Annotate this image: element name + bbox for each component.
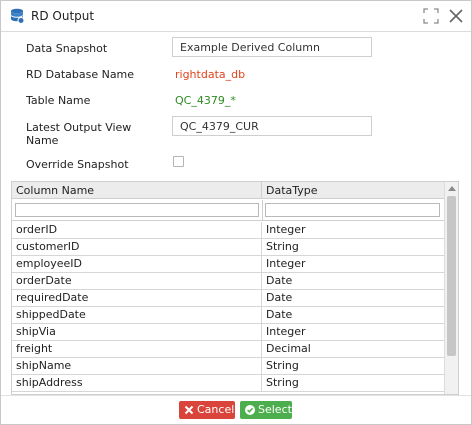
title-bar: RD Output — [1, 1, 471, 32]
column-header-datatype[interactable]: DataType — [262, 182, 444, 199]
latest-output-view-label: Latest Output View Name — [26, 121, 131, 147]
grid-scrollbar[interactable] — [444, 182, 458, 394]
grid-rows: orderID Integer customerID String employee… — [12, 222, 444, 392]
table-row[interactable]: shipVia Integer — [12, 324, 444, 341]
column-name-filter-input[interactable] — [15, 203, 259, 217]
datatype-cell: Integer — [266, 325, 306, 338]
scroll-thumb[interactable] — [447, 196, 456, 356]
table-row[interactable]: freight Decimal — [12, 341, 444, 358]
datatype-cell: String — [266, 376, 299, 389]
scroll-up-arrow-icon[interactable] — [448, 186, 456, 191]
filter-row — [12, 200, 444, 221]
table-row[interactable]: employeeID Integer — [12, 256, 444, 273]
column-header-name[interactable]: Column Name — [12, 182, 262, 199]
latest-output-view-label-line2: Name — [26, 134, 59, 147]
override-snapshot-checkbox[interactable] — [173, 156, 184, 167]
table-row[interactable]: orderID Integer — [12, 222, 444, 239]
datatype-cell: Date — [266, 274, 293, 287]
grid-header: Column Name DataType — [12, 182, 444, 199]
datatype-cell: Decimal — [266, 342, 311, 355]
check-circle-icon — [245, 405, 255, 415]
data-snapshot-input[interactable] — [172, 37, 372, 57]
select-button-label: Select — [258, 403, 292, 416]
rd-database-label: RD Database Name — [26, 68, 135, 81]
table-name-value: QC_4379_* — [175, 94, 236, 107]
close-x-icon — [184, 405, 194, 415]
table-row[interactable]: shipAddress String — [12, 375, 444, 392]
column-name-cell: shipAddress — [12, 375, 262, 391]
select-button[interactable]: Select — [240, 401, 292, 419]
column-name-cell: shipName — [12, 358, 262, 374]
data-snapshot-label: Data Snapshot — [26, 42, 108, 55]
column-name-cell: shipVia — [12, 324, 262, 340]
cancel-button-label: Cancel — [197, 403, 235, 416]
column-grid: Column Name DataType orderID Integer cust… — [11, 181, 459, 395]
filter-divider — [262, 200, 263, 221]
datatype-cell: String — [266, 240, 299, 253]
datatype-filter-input[interactable] — [265, 203, 440, 217]
latest-output-view-input[interactable] — [172, 116, 372, 136]
table-row[interactable]: requiredDate Date — [12, 290, 444, 307]
column-name-cell: shippedDate — [12, 307, 262, 323]
maximize-icon[interactable] — [422, 7, 440, 25]
table-row[interactable]: shippedDate Date — [12, 307, 444, 324]
rd-database-value: rightdata_db — [175, 68, 246, 81]
column-name-cell: customerID — [12, 239, 262, 255]
table-name-label: Table Name — [26, 94, 91, 107]
close-icon[interactable] — [447, 7, 465, 25]
dialog-title: RD Output — [31, 9, 95, 23]
latest-output-view-label-line1: Latest Output View — [26, 121, 132, 134]
table-row[interactable]: shipName String — [12, 358, 444, 375]
column-name-cell: orderID — [12, 222, 262, 238]
override-snapshot-label: Override Snapshot — [26, 158, 129, 171]
column-name-cell: orderDate — [12, 273, 262, 289]
datatype-cell: Integer — [266, 223, 306, 236]
datatype-cell: Date — [266, 308, 293, 321]
datatype-cell: String — [266, 359, 299, 372]
database-icon — [11, 8, 24, 24]
rd-output-dialog: RD Output Data Snapshot RD Database Name… — [0, 0, 472, 425]
table-row[interactable]: customerID String — [12, 239, 444, 256]
column-name-cell: employeeID — [12, 256, 262, 272]
cancel-button[interactable]: Cancel — [179, 401, 235, 419]
column-name-cell: requiredDate — [12, 290, 262, 306]
column-name-cell: freight — [12, 341, 262, 357]
datatype-cell: Integer — [266, 257, 306, 270]
dialog-footer: Cancel Select — [1, 395, 471, 424]
table-row[interactable]: orderDate Date — [12, 273, 444, 290]
datatype-cell: Date — [266, 291, 293, 304]
